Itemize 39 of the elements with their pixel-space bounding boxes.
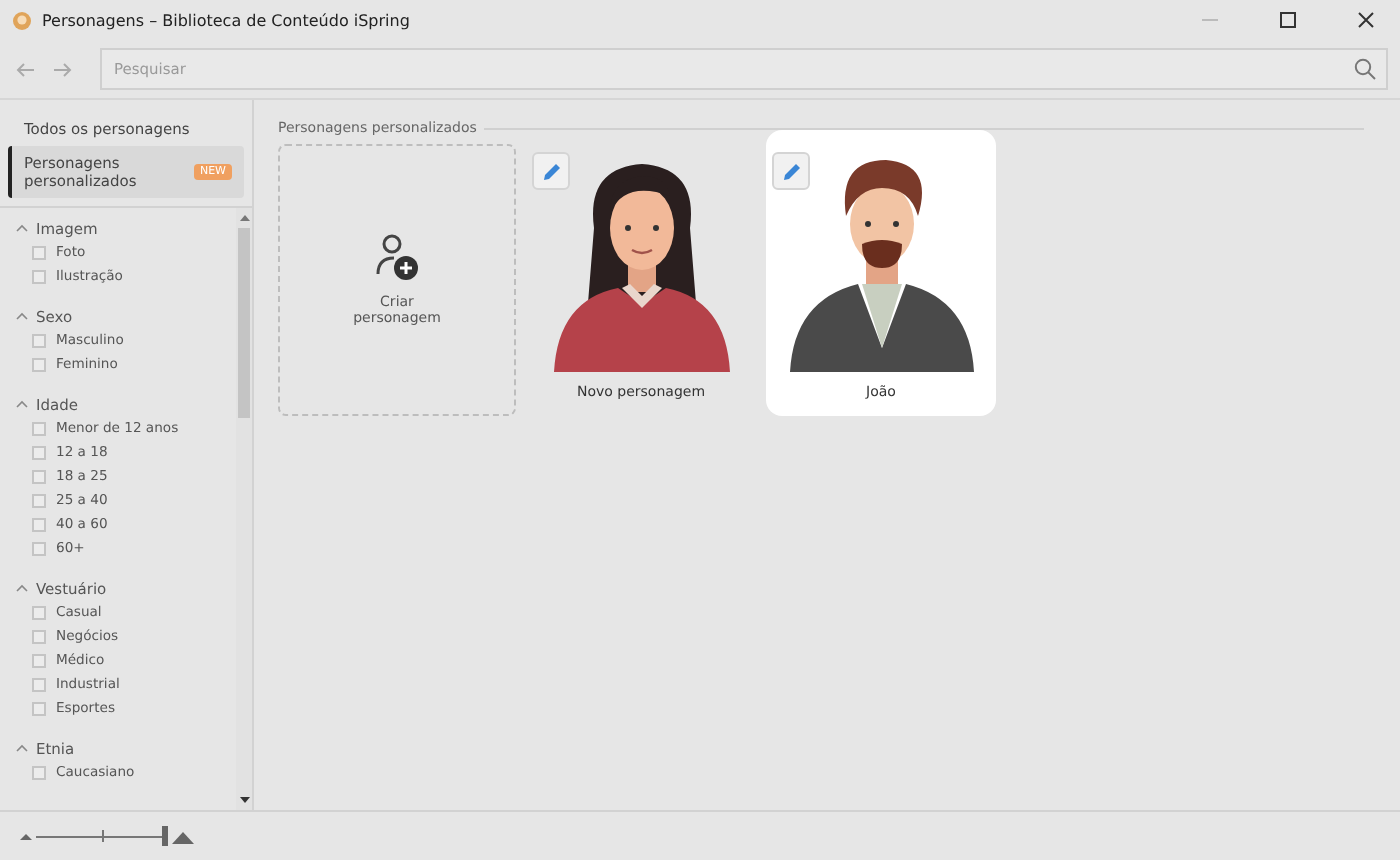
- checkbox[interactable]: [32, 469, 46, 483]
- window-title: Personagens – Biblioteca de Conteúdo iSpring: [42, 11, 412, 29]
- scrollbar[interactable]: [236, 208, 252, 810]
- search-icon[interactable]: [1354, 58, 1376, 80]
- checkbox[interactable]: [32, 765, 46, 779]
- chevron-up-icon[interactable]: [16, 224, 28, 232]
- checkbox[interactable]: [32, 357, 46, 371]
- small-zoom-icon[interactable]: [20, 832, 32, 840]
- checkbox[interactable]: [32, 653, 46, 667]
- checkbox[interactable]: [32, 493, 46, 507]
- scroll-down-arrow-icon[interactable]: [239, 796, 249, 804]
- chevron-up-icon[interactable]: [16, 744, 28, 752]
- scroll-up-arrow-icon[interactable]: [239, 214, 249, 222]
- app-logo-icon: [12, 9, 32, 31]
- pencil-icon: [781, 161, 801, 181]
- checkbox[interactable]: [32, 701, 46, 715]
- add-person-icon: [375, 234, 419, 282]
- checkbox[interactable]: [32, 421, 46, 435]
- edit-button[interactable]: [772, 152, 810, 190]
- chevron-up-icon[interactable]: [16, 312, 28, 320]
- checkbox[interactable]: [32, 517, 46, 531]
- chevron-up-icon[interactable]: [16, 400, 28, 408]
- checkbox[interactable]: [32, 629, 46, 643]
- large-zoom-icon[interactable]: [172, 829, 194, 843]
- close-icon[interactable]: [1358, 12, 1374, 28]
- forward-arrow-icon[interactable]: [52, 61, 72, 77]
- zoom-slider[interactable]: [36, 826, 168, 846]
- edit-button[interactable]: [532, 152, 570, 190]
- back-arrow-icon[interactable]: [16, 61, 36, 77]
- checkbox[interactable]: [32, 605, 46, 619]
- checkbox[interactable]: [32, 245, 46, 259]
- chevron-up-icon[interactable]: [16, 584, 28, 592]
- checkbox[interactable]: [32, 269, 46, 283]
- checkbox[interactable]: [32, 333, 46, 347]
- checkbox[interactable]: [32, 445, 46, 459]
- checkbox[interactable]: [32, 677, 46, 691]
- checkbox[interactable]: [32, 541, 46, 555]
- maximize-icon[interactable]: [1280, 12, 1296, 28]
- pencil-icon: [541, 161, 561, 181]
